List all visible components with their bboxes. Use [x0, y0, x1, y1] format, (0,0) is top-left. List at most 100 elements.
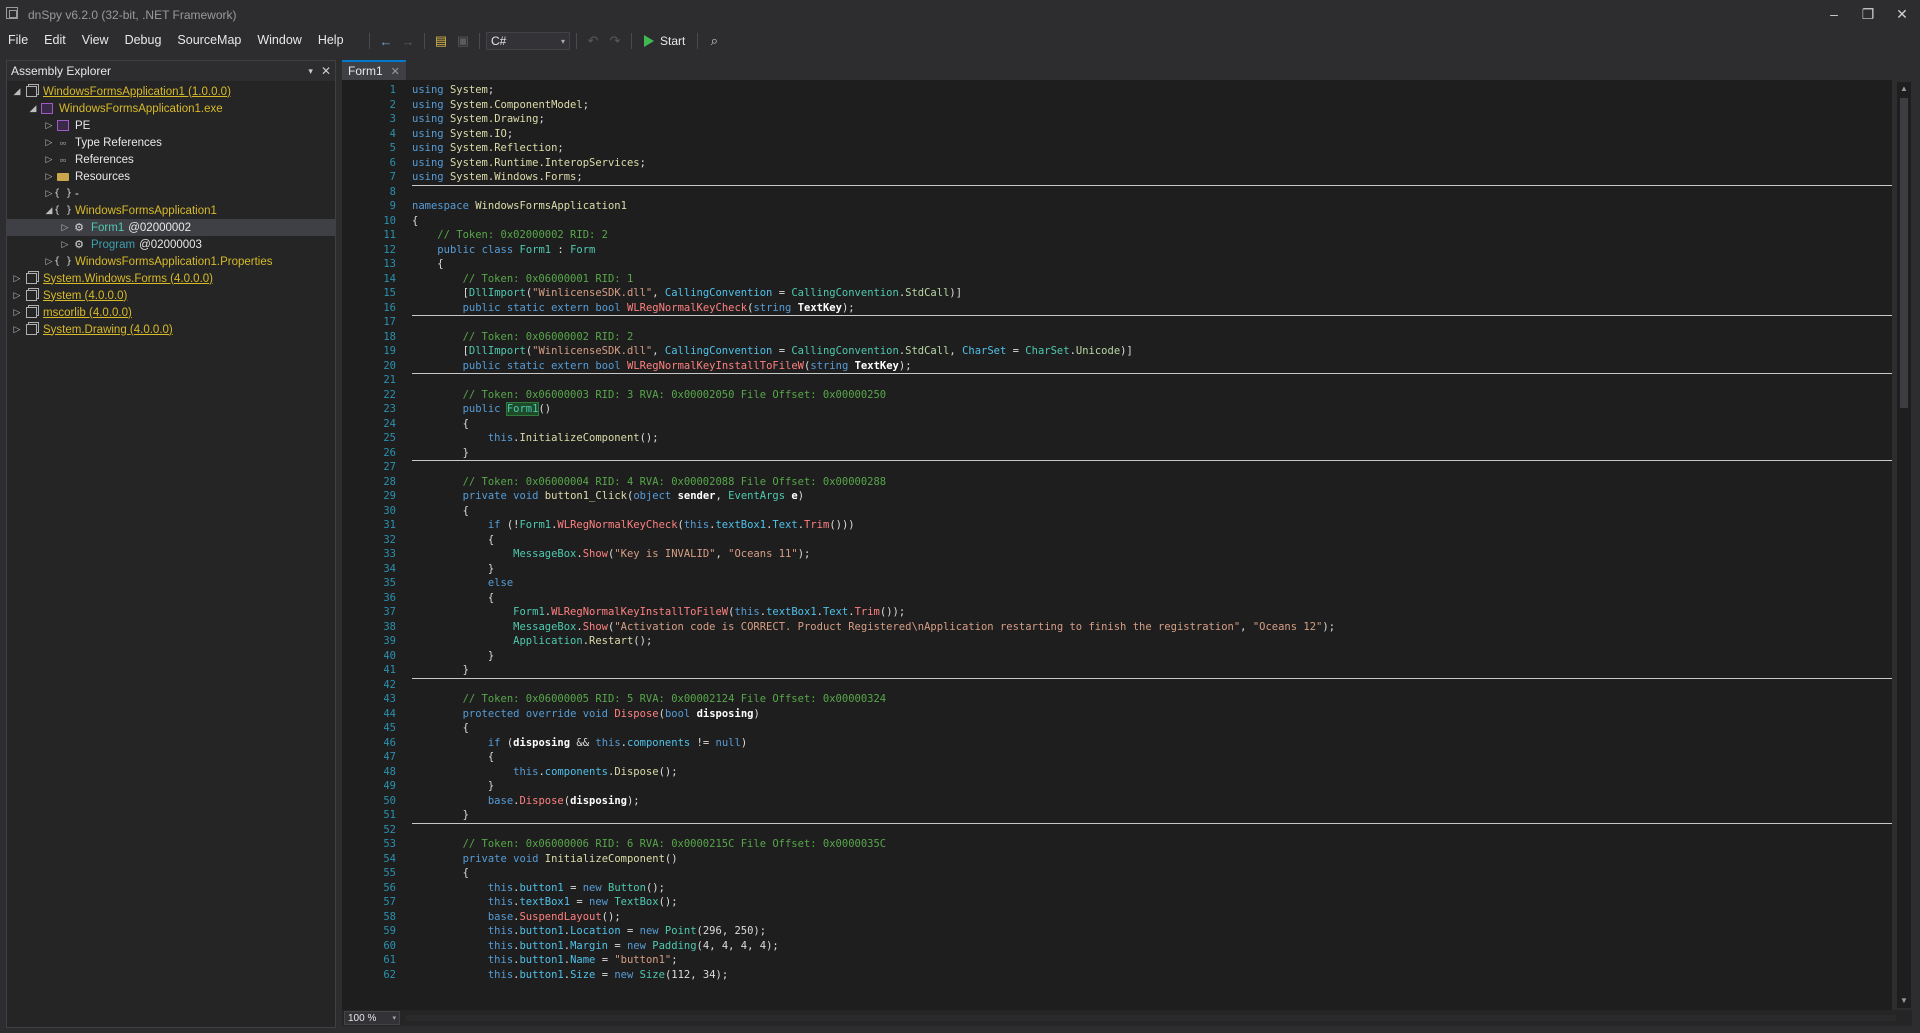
tree-node-token: @02000003 [139, 238, 202, 251]
scroll-down-icon[interactable]: ▼ [1899, 996, 1909, 1006]
code-editor[interactable]: 1 using System; 2 using System.ComponentMod… [342, 80, 1892, 1010]
tree-node[interactable]: ▷ PE [7, 117, 335, 134]
code-line: 35 else [342, 576, 1892, 591]
collapse-icon[interactable]: ◢ [11, 86, 23, 97]
code-token: { [412, 722, 469, 734]
search-icon[interactable]: ⌕ [704, 31, 724, 51]
code-text: { [412, 591, 494, 606]
tree-node-label: mscorlib (4.0.0.0) [43, 306, 132, 319]
tree-node[interactable]: ▷ ▫▫ Type References [7, 134, 335, 151]
tree-node[interactable]: ▷ Resources [7, 168, 335, 185]
code-text: public static extern bool WLRegNormalKey… [412, 301, 855, 316]
close-button[interactable]: ✕ [1890, 4, 1914, 24]
open-icon[interactable]: ▤ [431, 31, 451, 51]
tab-close-icon[interactable]: ✕ [391, 65, 400, 78]
redo-icon[interactable]: ↷ [605, 31, 625, 51]
tree-node[interactable]: ▷ System (4.0.0.0) [7, 287, 335, 304]
code-token: CharSet [1025, 345, 1070, 357]
minimize-button[interactable]: – [1822, 4, 1846, 24]
code-token: static [506, 359, 545, 372]
menu-debug[interactable]: Debug [117, 28, 170, 52]
code-text: } [412, 446, 469, 461]
collapse-icon[interactable]: ◢ [27, 103, 39, 114]
line-number: 37 [383, 606, 396, 618]
code-token: = [570, 896, 590, 908]
tree-node-label: Program [91, 238, 136, 251]
code-line: 55 { [342, 866, 1892, 881]
restore-button[interactable]: ❐ [1856, 4, 1880, 24]
expand-icon[interactable]: ▷ [11, 290, 23, 301]
line-number: 56 [383, 881, 396, 894]
code-token: Form1 [519, 243, 552, 256]
line-number: 36 [383, 591, 396, 604]
tree-node[interactable]: ▷ System.Drawing (4.0.0.0) [7, 321, 335, 338]
code-token: Form1 [505, 402, 540, 416]
menu-edit[interactable]: Edit [36, 28, 74, 52]
scrollbar-thumb[interactable] [1900, 98, 1908, 408]
tree-node[interactable]: ▷ ▫▫ References [7, 151, 335, 168]
code-token: if [487, 519, 501, 531]
language-select[interactable]: C# ▾ [486, 32, 570, 50]
expand-icon[interactable]: ▷ [59, 239, 71, 250]
menu-view[interactable]: View [74, 28, 117, 52]
tree-node[interactable]: ▷{ } WindowsFormsApplication1.Properties [7, 253, 335, 270]
tree-node[interactable]: ▷ ⚙ Program @02000003 [7, 236, 335, 253]
code-token: } [412, 780, 495, 792]
expand-icon[interactable]: ▷ [59, 222, 71, 233]
panel-close-icon[interactable]: ✕ [321, 64, 331, 78]
code-token: EventArgs [728, 490, 786, 502]
code-token: new [614, 968, 634, 981]
tree-node[interactable]: ◢{ } WindowsFormsApplication1 [7, 202, 335, 219]
tree-node[interactable]: ▷ mscorlib (4.0.0.0) [7, 304, 335, 321]
code-token: CharSet [962, 345, 1007, 357]
expand-icon[interactable]: ▷ [11, 307, 23, 318]
code-token: System.Reflection [449, 142, 558, 154]
start-button[interactable]: Start [638, 34, 691, 48]
code-token: (296, 250); [696, 925, 767, 937]
line-number: 57 [383, 896, 396, 908]
forward-icon[interactable]: → [398, 31, 418, 51]
expand-icon[interactable]: ▷ [11, 273, 23, 284]
namespace-icon: { } [53, 256, 73, 267]
expand-icon[interactable]: ▷ [43, 120, 55, 131]
code-token: InitializeComponent [544, 852, 665, 865]
line-number: 4 [389, 127, 396, 140]
code-text: Application.Restart(); [412, 634, 652, 649]
undo-icon[interactable]: ↶ [583, 31, 603, 51]
code-text: this.InitializeComponent(); [412, 431, 659, 446]
code-token: )] [949, 287, 963, 299]
menu-window[interactable]: Window [249, 28, 309, 52]
code-token: = [608, 939, 627, 952]
menu-sourcemap[interactable]: SourceMap [169, 28, 249, 52]
code-token: ); [898, 359, 912, 372]
app-icon [6, 7, 18, 19]
expand-icon[interactable]: ▷ [43, 154, 55, 165]
tree-node[interactable]: ◢ WindowsFormsApplication1.exe [7, 100, 335, 117]
tree-node[interactable]: ▷{ } - [7, 185, 335, 202]
tree-node[interactable]: ▷ System.Windows.Forms (4.0.0.0) [7, 270, 335, 287]
line-number: 55 [383, 867, 396, 879]
tree-node[interactable]: ▷ ⚙ Form1 @02000002 [7, 219, 335, 236]
expand-icon[interactable]: ▷ [43, 137, 55, 148]
panel-dropdown-icon[interactable]: ▾ [308, 66, 313, 77]
save-icon[interactable]: ▣ [453, 31, 473, 51]
tab-form1[interactable]: Form1 ✕ [342, 60, 406, 80]
code-token: Trim [804, 519, 830, 531]
scroll-up-icon[interactable]: ▲ [1899, 84, 1909, 94]
menu-help[interactable]: Help [310, 28, 352, 52]
code-text: this.button1.Location = new Point(296, 2… [412, 924, 766, 939]
expand-icon[interactable]: ▷ [43, 171, 55, 182]
zoom-select[interactable]: 100 % ▾ [344, 1011, 400, 1025]
expand-icon[interactable]: ▷ [11, 324, 23, 335]
code-token: void [513, 490, 539, 502]
title-bar: dnSpy v6.2.0 (32-bit, .NET Framework) – … [0, 0, 1920, 28]
menu-file[interactable]: File [0, 28, 36, 52]
code-line: 24 { [342, 417, 1892, 432]
back-icon[interactable]: ← [376, 31, 396, 51]
code-text: private void InitializeComponent() [412, 852, 678, 867]
tree-node[interactable]: ◢ WindowsFormsApplication1 (1.0.0.0) [7, 83, 335, 100]
horizontal-scrollbar[interactable] [406, 1015, 1896, 1021]
code-token: Dispose [519, 794, 564, 807]
code-token: { [412, 504, 469, 517]
vertical-scrollbar[interactable]: ▲ ▼ [1897, 82, 1911, 1008]
